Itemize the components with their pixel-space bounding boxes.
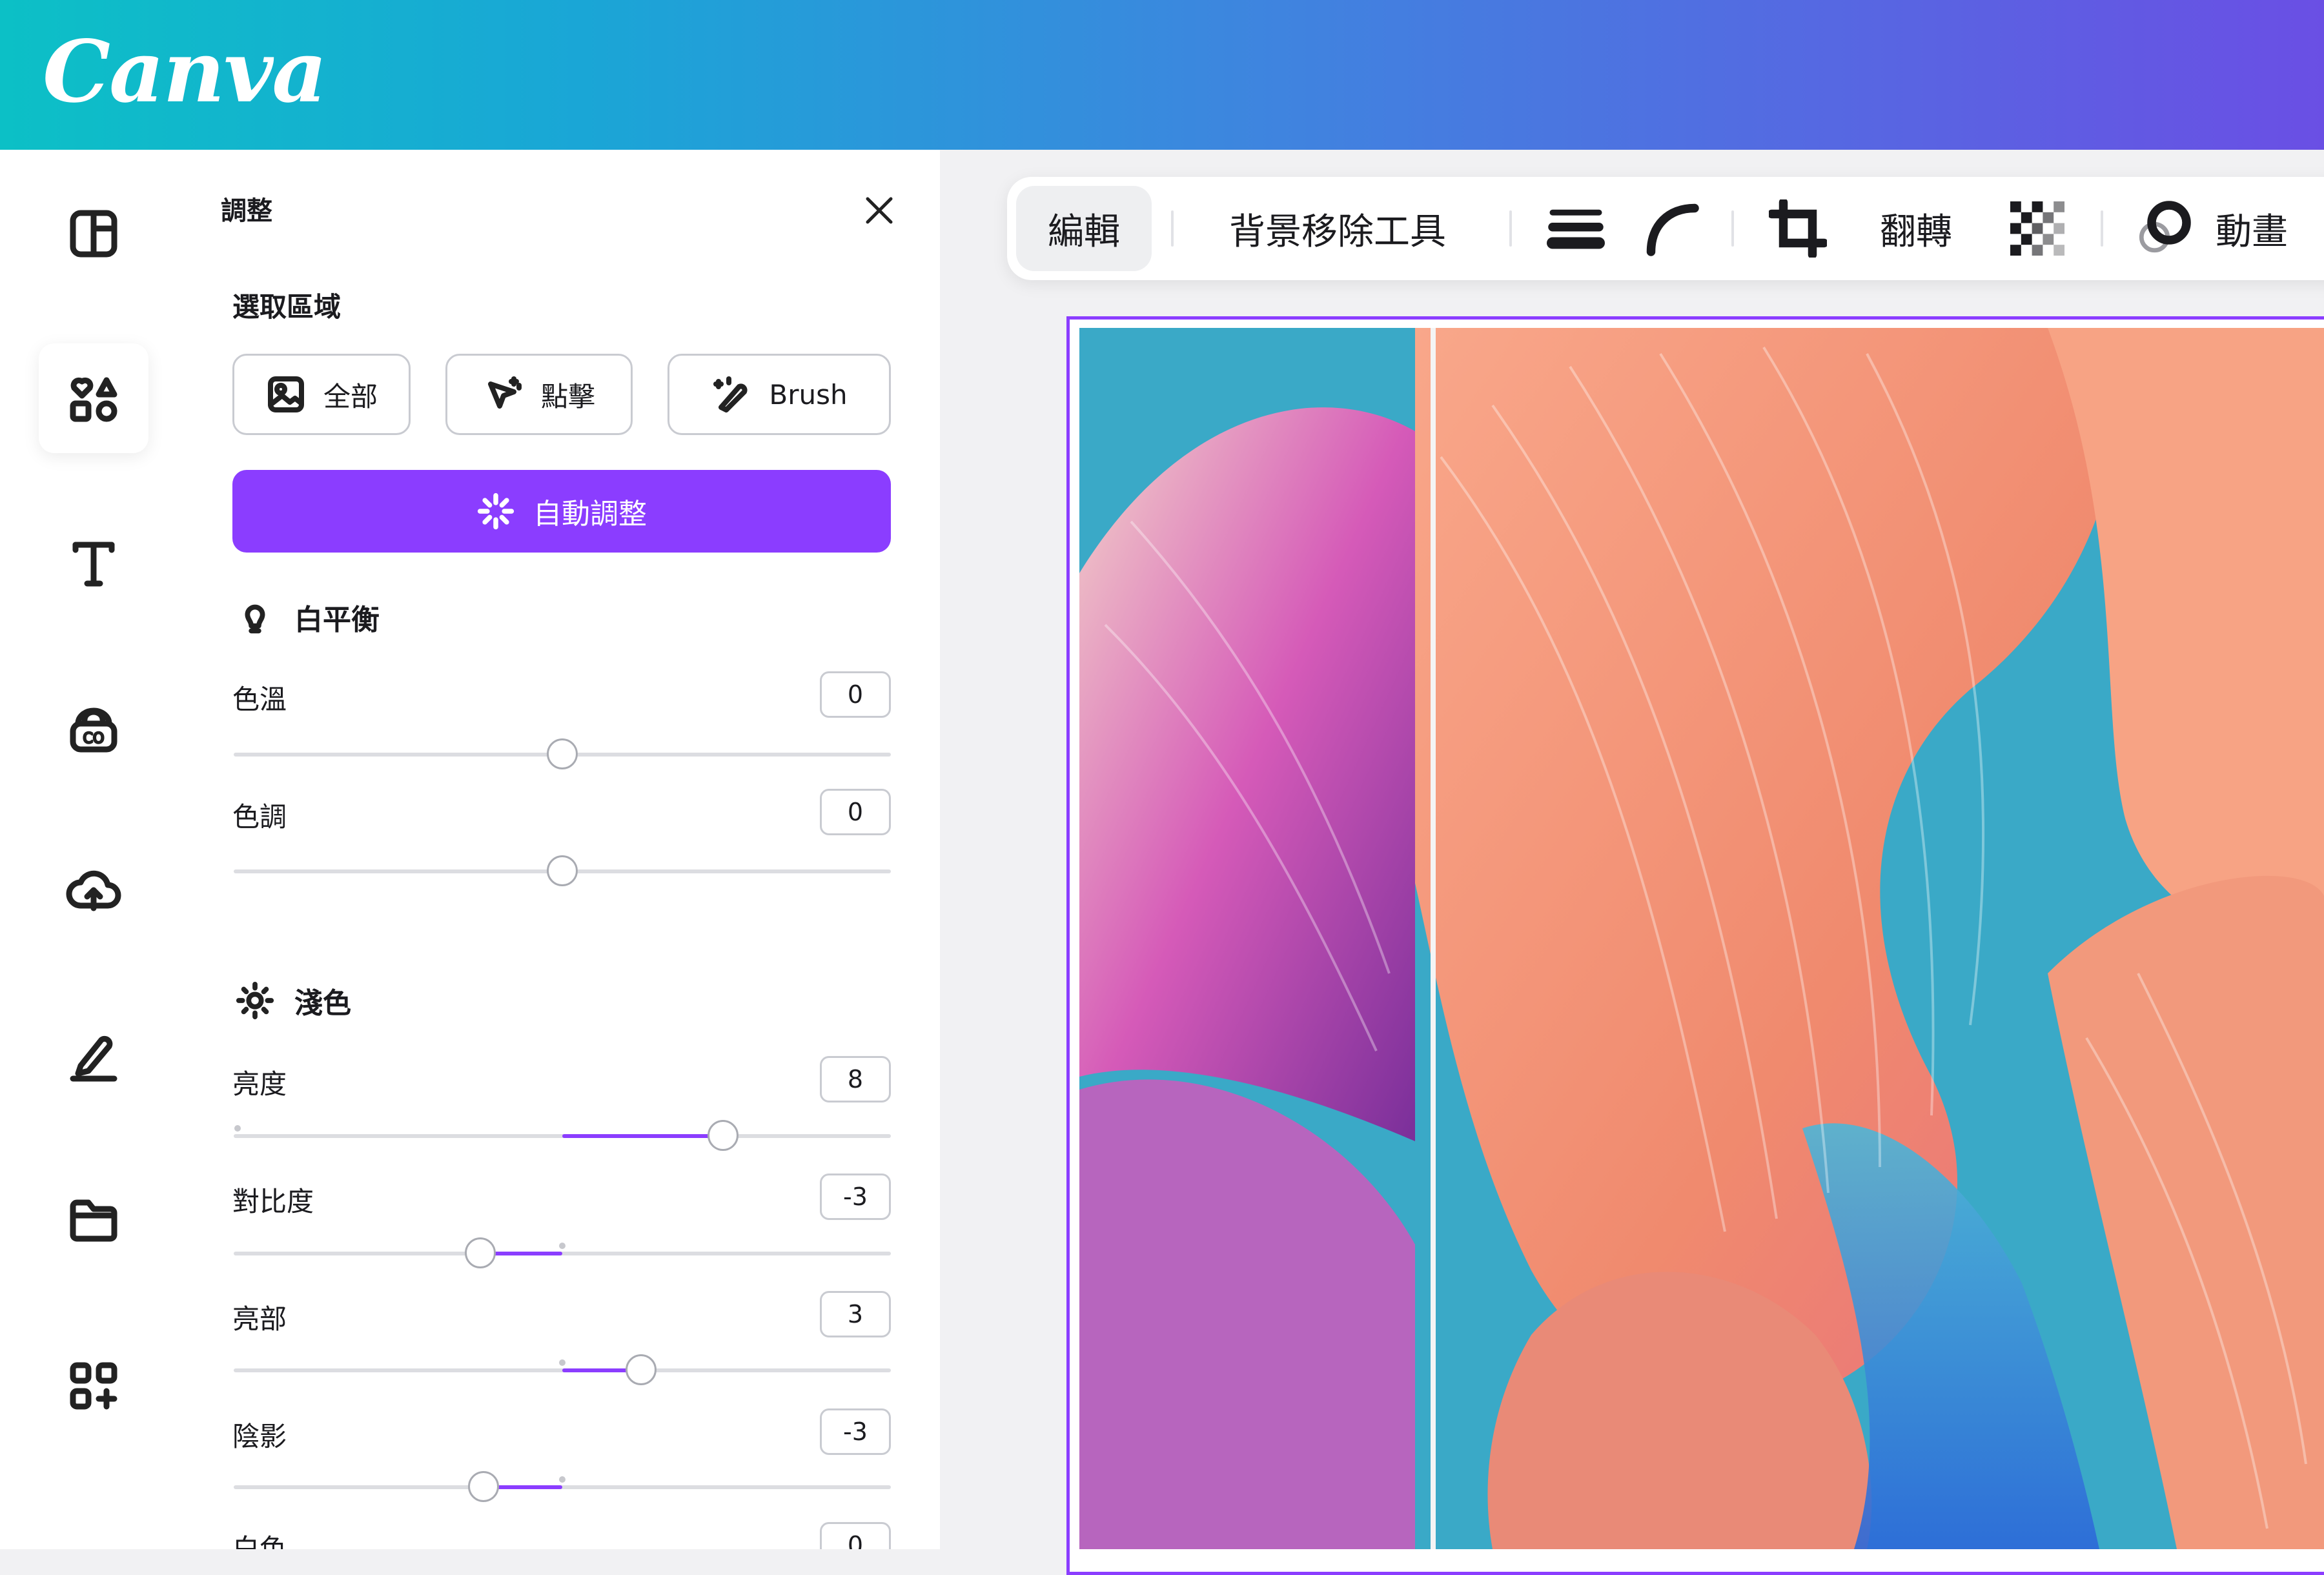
slider-label: 陰影 (232, 1421, 287, 1452)
contrast-value-input[interactable]: -3 (820, 1174, 891, 1220)
select-all-label: 全部 (323, 380, 378, 412)
shadows-slider[interactable] (234, 1471, 891, 1502)
sparkle-icon (477, 493, 515, 530)
select-click-button[interactable]: 點擊 (445, 354, 633, 435)
rail-text-button[interactable] (39, 508, 148, 618)
folder-icon (70, 1199, 117, 1242)
select-all-button[interactable]: 全部 (232, 354, 411, 435)
sun-icon (236, 981, 274, 1020)
corner-rounding-button[interactable] (1642, 177, 1700, 280)
panel-title: 調整 (221, 196, 272, 226)
before-after-divider[interactable] (1431, 328, 1436, 1549)
left-rail: CO (0, 150, 187, 1549)
slider-thumb[interactable] (547, 855, 578, 886)
layout-icon (70, 210, 117, 258)
transparency-icon (2010, 201, 2064, 256)
close-icon (866, 197, 893, 224)
rail-apps-button[interactable] (39, 1331, 148, 1441)
brightness-slider[interactable] (234, 1120, 891, 1151)
close-panel-button[interactable] (859, 190, 900, 231)
text-icon (72, 542, 115, 587)
toolbar-divider (2101, 210, 2103, 247)
slider-center-marker (559, 1359, 566, 1366)
slider-center-marker (559, 1243, 566, 1249)
toolbar-divider (1509, 210, 1512, 247)
slider-label: 色調 (232, 801, 287, 833)
light-title: 淺色 (294, 987, 351, 1020)
slider-label: 白色 (232, 1533, 287, 1549)
lightbulb-icon (245, 604, 265, 634)
edit-button[interactable]: 編輯 (1016, 186, 1152, 271)
tint-value-input[interactable]: 0 (820, 789, 891, 835)
slider-center-marker (234, 1125, 241, 1132)
rail-uploads-button[interactable] (39, 835, 148, 945)
slider-thumb[interactable] (464, 1237, 496, 1268)
highlights-value-input[interactable]: 3 (820, 1291, 891, 1337)
mushroom-photo[interactable] (1079, 328, 2324, 1549)
bg-remover-button[interactable]: 背景移除工具 (1229, 177, 1446, 280)
magic-brush-icon (713, 376, 748, 412)
tint-slider[interactable] (234, 855, 891, 886)
toolbar-divider (1731, 210, 1734, 247)
animate-icon (2139, 201, 2191, 253)
mushroom-image (1079, 328, 2324, 1549)
select-click-label: 點擊 (540, 380, 595, 412)
slider-fill (562, 1134, 724, 1138)
auto-adjust-label: 自動調整 (533, 498, 647, 531)
brand-icon: CO (70, 707, 117, 753)
highlights-slider[interactable] (234, 1354, 891, 1385)
border-weight-icon (1547, 209, 1605, 249)
animate-button[interactable]: 動畫 (2216, 177, 2288, 280)
transparency-button[interactable] (2010, 177, 2064, 280)
rail-elements-button[interactable] (39, 343, 148, 453)
contrast-slider[interactable] (234, 1237, 891, 1268)
temperature-slider[interactable] (234, 738, 891, 769)
top-header: Canva (0, 0, 2324, 150)
context-toolbar: 編輯 背景移除工具 翻轉 動畫 (1007, 177, 2324, 280)
selection-area-label: 選取區域 (232, 291, 341, 323)
slider-center-marker (559, 1476, 566, 1483)
slider-thumb[interactable] (708, 1120, 739, 1151)
elements-icon (70, 377, 117, 422)
flip-button[interactable]: 翻轉 (1880, 177, 1952, 280)
rail-projects-button[interactable] (39, 1164, 148, 1274)
select-brush-label: Brush (769, 378, 848, 411)
image-icon (267, 376, 304, 412)
draw-icon (70, 1035, 117, 1082)
magic-pointer-icon (487, 376, 522, 409)
crop-button[interactable] (1769, 177, 1827, 280)
rail-brand-button[interactable]: CO (39, 674, 148, 784)
svg-text:CO: CO (83, 731, 105, 747)
animate-icon-button[interactable] (2134, 177, 2192, 280)
crop-icon (1769, 199, 1827, 258)
apps-icon (70, 1362, 117, 1410)
slider-thumb[interactable] (547, 738, 578, 769)
slider-thumb[interactable] (467, 1471, 499, 1502)
border-style-button[interactable] (1547, 177, 1605, 280)
rail-draw-button[interactable] (39, 1001, 148, 1110)
whites-value-input[interactable]: 0 (820, 1522, 891, 1549)
white-balance-header: 白平衡 (235, 596, 380, 638)
slider-label: 色溫 (232, 684, 287, 715)
light-header: 淺色 (235, 980, 351, 1021)
slider-label: 亮部 (232, 1303, 287, 1335)
brightness-value-input[interactable]: 8 (820, 1056, 891, 1102)
toolbar-divider (1171, 210, 1174, 247)
slider-label: 對比度 (232, 1186, 314, 1217)
rail-design-button[interactable] (39, 179, 148, 289)
white-balance-title: 白平衡 (294, 604, 380, 636)
slider-thumb[interactable] (626, 1354, 657, 1385)
auto-adjust-button[interactable]: 自動調整 (232, 470, 891, 553)
shadows-value-input[interactable]: -3 (820, 1408, 891, 1455)
slider-label: 亮度 (232, 1068, 287, 1100)
canva-logo[interactable]: Canva (43, 22, 327, 122)
upload-cloud-icon (66, 870, 121, 911)
corner-radius-icon (1646, 203, 1699, 256)
temperature-value-input[interactable]: 0 (820, 671, 891, 718)
adjust-panel: 調整 選取區域 全部 點擊 Brush 自動調整 白平衡 色溫 0 色調 0 淺… (187, 150, 940, 1549)
select-brush-button[interactable]: Brush (668, 354, 891, 435)
